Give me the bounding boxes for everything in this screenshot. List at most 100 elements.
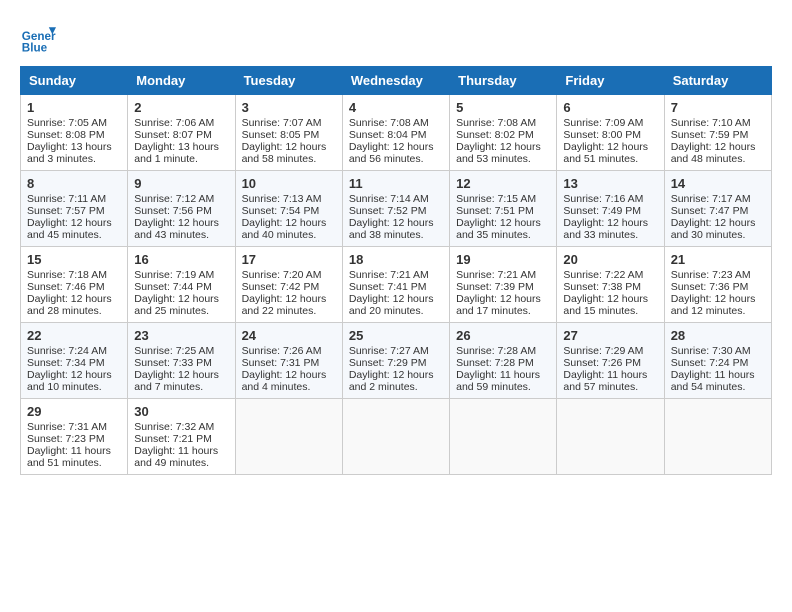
cell-line: Daylight: 11 hours — [27, 445, 121, 457]
calendar-cell: 24Sunrise: 7:26 AMSunset: 7:31 PMDayligh… — [235, 323, 342, 399]
day-number: 25 — [349, 328, 443, 343]
cell-line: Daylight: 13 hours — [134, 141, 228, 153]
calendar-table: SundayMondayTuesdayWednesdayThursdayFrid… — [20, 66, 772, 475]
calendar-cell: 15 Sunrise: 7:18 AMSunset: 7:46 PMDayligh… — [21, 247, 128, 323]
cell-line: Sunset: 7:39 PM — [456, 281, 550, 293]
day-number: 13 — [563, 176, 657, 191]
cell-line: and 4 minutes. — [242, 381, 336, 393]
calendar-cell: 22Sunrise: 7:24 AMSunset: 7:34 PMDayligh… — [21, 323, 128, 399]
day-number: 21 — [671, 252, 765, 267]
header-cell-tuesday: Tuesday — [235, 67, 342, 95]
day-number: 7 — [671, 100, 765, 115]
header-cell-thursday: Thursday — [450, 67, 557, 95]
cell-line: Sunset: 7:46 PM — [27, 281, 121, 293]
day-number: 6 — [563, 100, 657, 115]
cell-line: and 22 minutes. — [242, 305, 336, 317]
calendar-cell: 17Sunrise: 7:20 AMSunset: 7:42 PMDayligh… — [235, 247, 342, 323]
cell-line: Daylight: 12 hours — [456, 217, 550, 229]
cell-line: Sunset: 7:24 PM — [671, 357, 765, 369]
calendar-cell — [557, 399, 664, 475]
cell-line: Sunrise: 7:22 AM — [563, 269, 657, 281]
calendar-week-1: 1Sunrise: 7:05 AMSunset: 8:08 PMDaylight… — [21, 95, 772, 171]
calendar-cell: 1Sunrise: 7:05 AMSunset: 8:08 PMDaylight… — [21, 95, 128, 171]
cell-line: Sunrise: 7:21 AM — [349, 269, 443, 281]
cell-line: Sunrise: 7:24 AM — [27, 345, 121, 357]
cell-line: Sunrise: 7:16 AM — [563, 193, 657, 205]
cell-line: Daylight: 12 hours — [242, 293, 336, 305]
day-number: 14 — [671, 176, 765, 191]
calendar-cell: 9Sunrise: 7:12 AMSunset: 7:56 PMDaylight… — [128, 171, 235, 247]
cell-line: Sunrise: 7:29 AM — [563, 345, 657, 357]
calendar-cell: 2Sunrise: 7:06 AMSunset: 8:07 PMDaylight… — [128, 95, 235, 171]
cell-line: Sunset: 7:59 PM — [671, 129, 765, 141]
cell-line: Sunrise: 7:19 AM — [134, 269, 228, 281]
calendar-cell: 23Sunrise: 7:25 AMSunset: 7:33 PMDayligh… — [128, 323, 235, 399]
cell-line: Daylight: 12 hours — [242, 141, 336, 153]
cell-line: Sunset: 7:36 PM — [671, 281, 765, 293]
cell-line: and 59 minutes. — [456, 381, 550, 393]
day-number: 15 — [27, 252, 121, 267]
calendar-week-2: 8Sunrise: 7:11 AMSunset: 7:57 PMDaylight… — [21, 171, 772, 247]
calendar-cell: 29Sunrise: 7:31 AMSunset: 7:23 PMDayligh… — [21, 399, 128, 475]
cell-line: and 2 minutes. — [349, 381, 443, 393]
cell-line: Sunset: 7:29 PM — [349, 357, 443, 369]
cell-line: Sunrise: 7:21 AM — [456, 269, 550, 281]
cell-line: Daylight: 12 hours — [27, 293, 121, 305]
cell-line: Sunset: 7:34 PM — [27, 357, 121, 369]
day-number: 2 — [134, 100, 228, 115]
day-number: 1 — [27, 100, 121, 115]
cell-line: Daylight: 12 hours — [242, 217, 336, 229]
day-number: 5 — [456, 100, 550, 115]
cell-line: and 7 minutes. — [134, 381, 228, 393]
cell-line: Daylight: 12 hours — [27, 369, 121, 381]
cell-line: and 1 minute. — [134, 153, 228, 165]
calendar-cell: 10Sunrise: 7:13 AMSunset: 7:54 PMDayligh… — [235, 171, 342, 247]
cell-line: and 25 minutes. — [134, 305, 228, 317]
cell-line: and 51 minutes. — [563, 153, 657, 165]
cell-line: Sunrise: 7:07 AM — [242, 117, 336, 129]
cell-line: and 20 minutes. — [349, 305, 443, 317]
cell-line: Daylight: 12 hours — [134, 217, 228, 229]
cell-line: Daylight: 12 hours — [349, 141, 443, 153]
day-number: 23 — [134, 328, 228, 343]
calendar-cell: 11Sunrise: 7:14 AMSunset: 7:52 PMDayligh… — [342, 171, 449, 247]
cell-line: Sunrise: 7:18 AM — [27, 269, 121, 281]
cell-line: Sunrise: 7:08 AM — [349, 117, 443, 129]
cell-line: Sunset: 7:41 PM — [349, 281, 443, 293]
day-number: 30 — [134, 404, 228, 419]
cell-line: Sunrise: 7:10 AM — [671, 117, 765, 129]
cell-line: Daylight: 12 hours — [456, 141, 550, 153]
cell-line: Sunset: 8:05 PM — [242, 129, 336, 141]
calendar-cell — [342, 399, 449, 475]
cell-line: and 30 minutes. — [671, 229, 765, 241]
cell-line: Sunrise: 7:09 AM — [563, 117, 657, 129]
cell-line: Daylight: 12 hours — [563, 293, 657, 305]
cell-line: Sunset: 7:38 PM — [563, 281, 657, 293]
cell-line: Sunset: 8:00 PM — [563, 129, 657, 141]
calendar-cell: 12Sunrise: 7:15 AMSunset: 7:51 PMDayligh… — [450, 171, 557, 247]
cell-line: and 57 minutes. — [563, 381, 657, 393]
cell-line: and 51 minutes. — [27, 457, 121, 469]
calendar-header-row: SundayMondayTuesdayWednesdayThursdayFrid… — [21, 67, 772, 95]
calendar-cell — [664, 399, 771, 475]
day-number: 29 — [27, 404, 121, 419]
cell-line: Sunrise: 7:30 AM — [671, 345, 765, 357]
cell-line: Daylight: 12 hours — [349, 369, 443, 381]
calendar-cell: 4Sunrise: 7:08 AMSunset: 8:04 PMDaylight… — [342, 95, 449, 171]
cell-line: Sunset: 7:28 PM — [456, 357, 550, 369]
page-header: General Blue — [20, 20, 772, 56]
cell-line: Sunrise: 7:14 AM — [349, 193, 443, 205]
day-number: 12 — [456, 176, 550, 191]
cell-line: Sunset: 7:54 PM — [242, 205, 336, 217]
cell-line: Sunset: 7:44 PM — [134, 281, 228, 293]
cell-line: Daylight: 12 hours — [671, 141, 765, 153]
cell-line: Sunset: 7:42 PM — [242, 281, 336, 293]
cell-line: Daylight: 11 hours — [456, 369, 550, 381]
cell-line: Sunrise: 7:13 AM — [242, 193, 336, 205]
cell-line: Sunrise: 7:27 AM — [349, 345, 443, 357]
cell-line: Sunset: 7:23 PM — [27, 433, 121, 445]
cell-line: and 40 minutes. — [242, 229, 336, 241]
cell-line: Daylight: 12 hours — [563, 141, 657, 153]
day-number: 19 — [456, 252, 550, 267]
cell-line: Sunset: 7:51 PM — [456, 205, 550, 217]
